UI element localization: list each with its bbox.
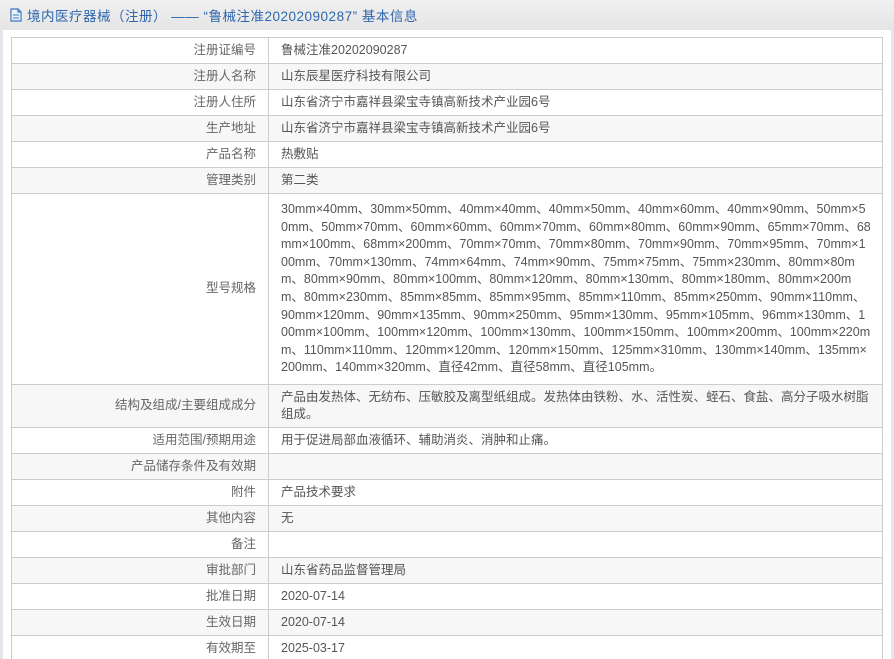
row-label: 其他内容 bbox=[11, 504, 269, 532]
row-label: 产品名称 bbox=[11, 141, 269, 168]
document-icon bbox=[10, 8, 22, 22]
table-row: 生产地址 山东省济宁市嘉祥县梁宝寺镇高新技术产业园6号 bbox=[11, 115, 883, 142]
content-panel: 注册证编号 鲁械注准20202090287 注册人名称 山东辰星医疗科技有限公司 注册人… bbox=[3, 30, 891, 659]
table-row: 备注 bbox=[11, 530, 883, 558]
table-row: 结构及组成/主要组成成分 产品由发热体、无纺布、压敏胶及离型纸组成。发热体由铁粉、… bbox=[11, 383, 883, 428]
row-label: 适用范围/预期用途 bbox=[11, 426, 269, 454]
row-label: 审批部门 bbox=[11, 556, 269, 584]
row-label: 注册证编号 bbox=[11, 37, 269, 64]
page-title: 境内医疗器械（注册） —— “鲁械注准20202090287” 基本信息 bbox=[27, 9, 418, 24]
row-value: 热敷贴 bbox=[268, 141, 883, 168]
row-label: 结构及组成/主要组成成分 bbox=[11, 383, 269, 428]
table-row: 产品名称 热敷贴 bbox=[11, 141, 883, 168]
table-row: 注册人名称 山东辰星医疗科技有限公司 bbox=[11, 63, 883, 90]
row-value bbox=[268, 530, 883, 558]
table-row: 审批部门 山东省药品监督管理局 bbox=[11, 556, 883, 584]
row-label: 附件 bbox=[11, 478, 269, 506]
row-value: 山东省济宁市嘉祥县梁宝寺镇高新技术产业园6号 bbox=[268, 115, 883, 142]
table-row: 管理类别 第二类 bbox=[11, 167, 883, 194]
info-table-body: 注册证编号 鲁械注准20202090287 注册人名称 山东辰星医疗科技有限公司 注册人… bbox=[11, 37, 883, 659]
table-row: 产品储存条件及有效期 bbox=[11, 452, 883, 480]
row-value: 第二类 bbox=[268, 167, 883, 194]
row-value: 产品技术要求 bbox=[268, 478, 883, 506]
row-label: 批准日期 bbox=[11, 582, 269, 610]
table-row: 注册人住所 山东省济宁市嘉祥县梁宝寺镇高新技术产业园6号 bbox=[11, 89, 883, 116]
row-label: 注册人名称 bbox=[11, 63, 269, 90]
row-value bbox=[268, 452, 883, 480]
registration-info-table: 注册证编号 鲁械注准20202090287 注册人名称 山东辰星医疗科技有限公司 注册人… bbox=[11, 37, 883, 659]
row-label: 管理类别 bbox=[11, 167, 269, 194]
table-row: 批准日期 2020-07-14 bbox=[11, 582, 883, 610]
row-label: 有效期至 bbox=[11, 634, 269, 659]
row-value: 用于促进局部血液循环、辅助消炎、消肿和止痛。 bbox=[268, 426, 883, 454]
row-label: 注册人住所 bbox=[11, 89, 269, 116]
row-value: 2025-03-17 bbox=[268, 634, 883, 659]
row-value: 山东省济宁市嘉祥县梁宝寺镇高新技术产业园6号 bbox=[268, 89, 883, 116]
row-label: 型号规格 bbox=[11, 193, 269, 385]
row-value: 鲁械注准20202090287 bbox=[268, 37, 883, 64]
table-row: 注册证编号 鲁械注准20202090287 bbox=[11, 37, 883, 64]
table-row: 其他内容无 bbox=[11, 504, 883, 532]
row-label: 生产地址 bbox=[11, 115, 269, 142]
row-value: 30mm×40mm、30mm×50mm、40mm×40mm、40mm×50mm、… bbox=[268, 193, 883, 385]
row-label: 备注 bbox=[11, 530, 269, 558]
row-value: 山东辰星医疗科技有限公司 bbox=[268, 63, 883, 90]
table-row: 有效期至 2025-03-17 bbox=[11, 634, 883, 659]
table-row: 附件 产品技术要求 bbox=[11, 478, 883, 506]
row-value: 产品由发热体、无纺布、压敏胶及离型纸组成。发热体由铁粉、水、活性炭、蛭石、食盐、… bbox=[268, 383, 883, 428]
row-value: 2020-07-14 bbox=[268, 608, 883, 636]
row-label: 生效日期 bbox=[11, 608, 269, 636]
table-row: 型号规格 30mm×40mm、30mm×50mm、40mm×40mm、40mm×5… bbox=[11, 193, 883, 385]
row-value: 山东省药品监督管理局 bbox=[268, 556, 883, 584]
row-value: 2020-07-14 bbox=[268, 582, 883, 610]
table-row: 适用范围/预期用途 用于促进局部血液循环、辅助消炎、消肿和止痛。 bbox=[11, 426, 883, 454]
row-value: 无 bbox=[268, 504, 883, 532]
table-row: 生效日期 2020-07-14 bbox=[11, 608, 883, 636]
page-header: 境内医疗器械（注册） —— “鲁械注准20202090287” 基本信息 bbox=[0, 0, 894, 30]
row-label: 产品储存条件及有效期 bbox=[11, 452, 269, 480]
